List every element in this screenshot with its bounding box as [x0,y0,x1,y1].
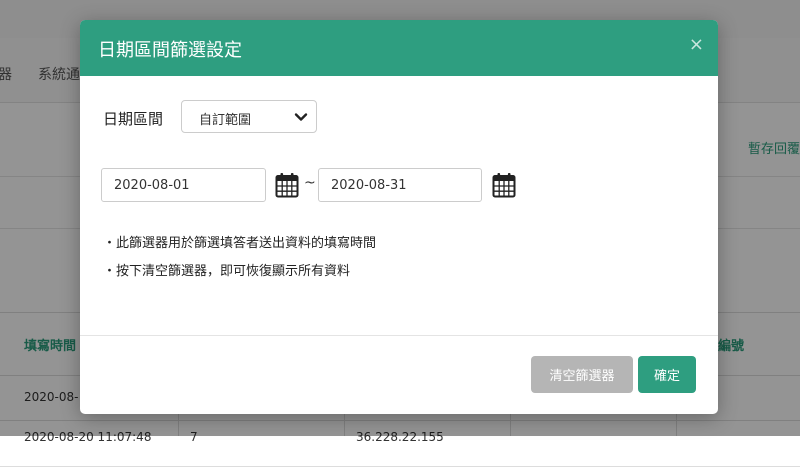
date-range-separator: ~ [304,175,316,191]
date-range-label: 日期區間 [103,110,164,128]
start-date-input[interactable] [101,168,266,202]
chevron-down-icon [294,113,308,121]
date-range-select[interactable]: 自訂範圍 [181,100,317,133]
date-range-filter-modal: 日期區間篩選設定 × 日期區間 自訂範圍 ~ ・此篩選器用於篩選填答者送出資料的… [80,20,718,414]
note-item: ・此篩選器用於篩選填答者送出資料的填寫時間 [103,236,377,251]
date-range-select-value: 自訂範圍 [199,113,252,128]
modal-header: 日期區間篩選設定 × [80,20,718,76]
clear-filter-button[interactable]: 清空篩選器 [531,356,633,393]
note-item: ・按下清空篩選器，即可恢復顯示所有資料 [103,264,351,279]
confirm-button[interactable]: 確定 [638,356,696,393]
modal-title: 日期區間篩選設定 [98,40,242,61]
modal-footer-divider [80,335,718,336]
filter-notes: ・此篩選器用於篩選填答者送出資料的填寫時間 ・按下清空篩選器，即可恢復顯示所有資… [103,235,376,291]
calendar-icon[interactable] [492,172,516,198]
close-icon[interactable]: × [689,36,704,54]
end-date-input[interactable] [318,168,482,202]
calendar-icon[interactable] [275,172,299,198]
